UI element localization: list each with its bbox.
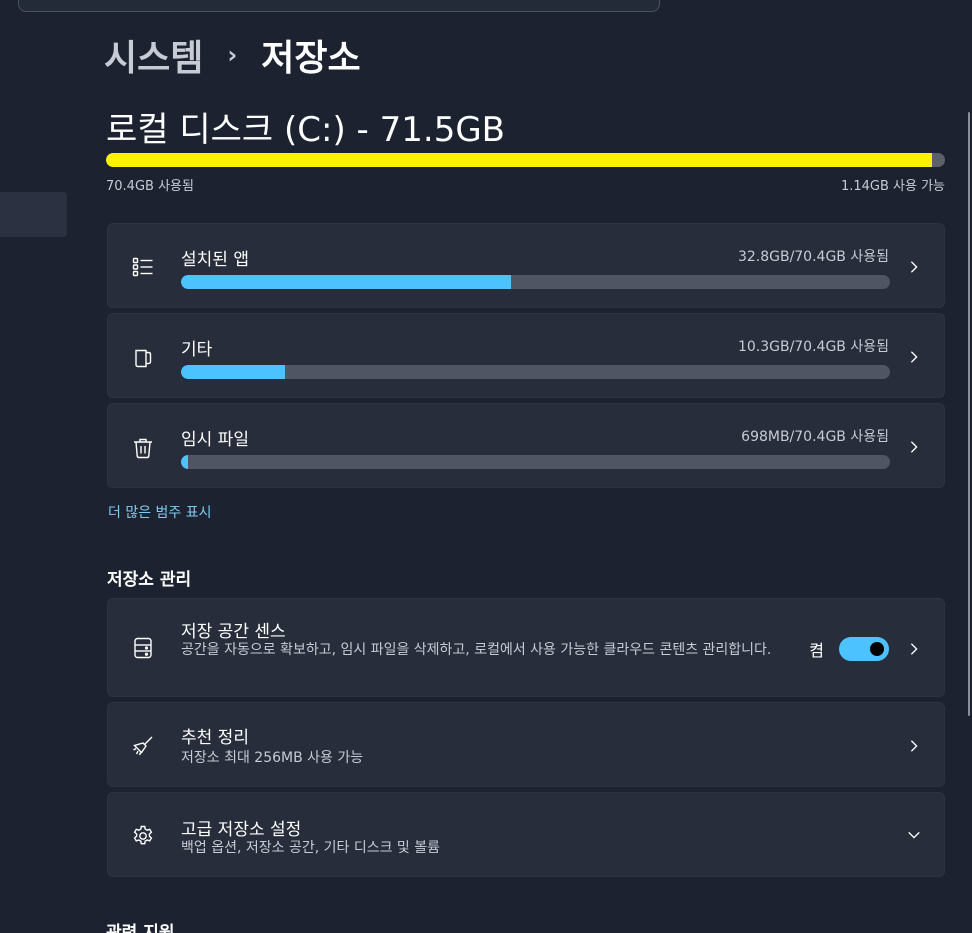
category-usage: 698MB/70.4GB 사용됨 (741, 429, 889, 445)
breadcrumb-parent[interactable]: 시스템 (104, 29, 203, 81)
category-title: 설치된 앱 (181, 250, 249, 270)
scrollbar[interactable] (968, 112, 970, 716)
advanced-title: 고급 저장소 설정 (181, 820, 302, 840)
chevron-right-icon (906, 439, 922, 455)
trash-icon (130, 435, 156, 461)
category-temp-files[interactable]: 임시 파일 698MB/70.4GB 사용됨 (107, 403, 945, 488)
category-usage-fill (181, 275, 512, 289)
category-usage-bar (181, 365, 890, 379)
storage-sense-toggle[interactable] (839, 637, 889, 661)
other-files-icon (130, 345, 156, 371)
chevron-right-icon (906, 259, 922, 275)
toggle-knob (870, 642, 884, 656)
cleanup-recommendations-card[interactable]: 추천 정리 저장소 최대 256MB 사용 가능 (107, 702, 945, 787)
storage-sense-card[interactable]: 저장 공간 센스 공간을 자동으로 확보하고, 임시 파일을 삭제하고, 로컬에… (107, 598, 945, 697)
category-title: 임시 파일 (181, 430, 249, 450)
storage-drive-icon (130, 635, 156, 661)
broom-icon (130, 733, 156, 759)
advanced-description: 백업 옵션, 저장소 공간, 기타 디스크 및 볼륨 (181, 840, 441, 856)
category-usage-fill (181, 455, 189, 469)
storage-sense-title: 저장 공간 센스 (181, 622, 286, 642)
page-title: 저장소 (261, 38, 361, 79)
storage-management-heading: 저장소 관리 (107, 570, 192, 590)
related-support-heading: 관련 지원 (106, 923, 175, 933)
cleanup-description: 저장소 최대 256MB 사용 가능 (181, 750, 364, 766)
chevron-right-icon (906, 738, 922, 754)
storage-sense-description: 공간을 자동으로 확보하고, 임시 파일을 삭제하고, 로컬에서 사용 가능한 … (181, 642, 772, 658)
toggle-state-label: 켬 (809, 641, 824, 660)
advanced-storage-settings-card[interactable]: 고급 저장소 설정 백업 옵션, 저장소 공간, 기타 디스크 및 볼륨 (107, 792, 945, 877)
disk-usage-bar (106, 153, 945, 167)
show-more-categories-link[interactable]: 더 많은 범주 표시 (108, 502, 212, 522)
breadcrumb: 시스템 › 저장소 (104, 30, 361, 80)
category-usage: 32.8GB/70.4GB 사용됨 (737, 249, 889, 265)
cleanup-title: 추천 정리 (181, 728, 249, 748)
category-usage-bar (181, 455, 890, 469)
chevron-right-icon: › (227, 41, 238, 69)
disk-usage-fill (106, 153, 933, 167)
chevron-down-icon (906, 827, 922, 843)
disk-used-label: 70.4GB 사용됨 (106, 179, 194, 194)
category-usage-fill (181, 365, 285, 379)
gear-icon (130, 823, 156, 849)
apps-list-icon (130, 254, 156, 280)
disk-title: 로컬 디스크 (C:) - 71.5GB (106, 110, 505, 150)
category-other[interactable]: 기타 10.3GB/70.4GB 사용됨 (107, 313, 945, 398)
disk-free-label: 1.14GB 사용 가능 (840, 179, 945, 194)
category-usage-bar (181, 275, 890, 289)
search-box[interactable] (18, 0, 660, 12)
category-usage: 10.3GB/70.4GB 사용됨 (737, 339, 889, 355)
category-title: 기타 (181, 340, 213, 360)
chevron-right-icon (906, 349, 922, 365)
sidebar-selected-item[interactable] (0, 192, 67, 237)
category-installed-apps[interactable]: 설치된 앱 32.8GB/70.4GB 사용됨 (107, 223, 945, 308)
chevron-right-icon (906, 641, 922, 657)
